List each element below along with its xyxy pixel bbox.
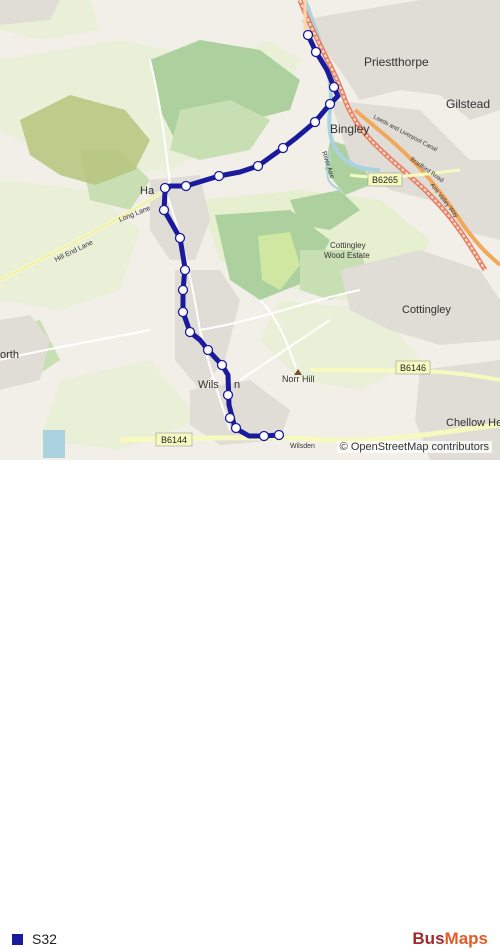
place-label-bingley: Bingley — [330, 122, 369, 136]
place-label-north: orth — [0, 349, 19, 361]
brand-part1: Bus — [412, 929, 445, 948]
busmaps-logo[interactable]: BusMaps — [412, 929, 488, 949]
bus-stop[interactable] — [216, 359, 228, 371]
brand-part2: Maps — [444, 929, 488, 948]
bus-stop[interactable] — [324, 98, 336, 110]
road-shield-b6144: B6144 — [155, 432, 193, 447]
place-label-wilsden: Wils — [198, 379, 219, 391]
svg-text:B6144: B6144 — [161, 435, 187, 445]
bus-stop[interactable] — [184, 326, 196, 338]
bus-stop[interactable] — [180, 180, 192, 192]
svg-text:B6146: B6146 — [400, 363, 426, 373]
bus-stop[interactable] — [202, 344, 214, 356]
bus-stop[interactable] — [252, 160, 264, 172]
bus-stop[interactable] — [328, 81, 340, 93]
svg-text:B6265: B6265 — [372, 175, 398, 185]
place-label-gilstead: Gilstead — [446, 97, 490, 111]
bus-stop[interactable] — [273, 429, 285, 441]
bus-stop[interactable] — [179, 264, 191, 276]
place-label-harden: Ha — [140, 185, 155, 197]
bus-stop[interactable] — [310, 46, 322, 58]
bus-stop[interactable] — [230, 422, 242, 434]
bus-stop[interactable] — [159, 182, 171, 194]
bus-stop[interactable] — [302, 29, 314, 41]
map-footer: S32 BusMaps — [0, 460, 500, 948]
road-shield-b6265: B6265 — [367, 172, 403, 187]
bus-stop[interactable] — [222, 389, 234, 401]
bus-stop[interactable] — [174, 232, 186, 244]
bus-stop[interactable] — [213, 170, 225, 182]
place-label-cottingley: Cottingley — [402, 304, 451, 316]
legend-swatch — [12, 934, 23, 945]
road-label-wilsden: Wilsden — [290, 443, 315, 450]
bus-stop[interactable] — [224, 412, 236, 424]
place-label-chellow: Chellow He — [446, 417, 500, 429]
bus-stop[interactable] — [177, 284, 189, 296]
map-attribution[interactable]: © OpenStreetMap contributors — [336, 441, 492, 453]
bus-stop[interactable] — [277, 142, 289, 154]
bus-stop[interactable] — [158, 204, 170, 216]
place-label-wilsden-tail: n — [234, 379, 240, 391]
place-label-cottingley-wood: Cottingley Wood Estate — [324, 241, 370, 260]
legend-route-label: S32 — [32, 931, 57, 947]
route-map[interactable]: B6265 B6146 B6144 Long Lane Hill End Lan… — [0, 0, 500, 460]
bus-stop[interactable] — [177, 306, 189, 318]
place-label-norr-hill: Norr Hill — [282, 374, 315, 384]
road-shield-b6146: B6146 — [395, 360, 431, 375]
bus-stop[interactable] — [258, 430, 270, 442]
bus-stop[interactable] — [309, 116, 321, 128]
place-label-priestthorpe: Priestthorpe — [364, 55, 429, 69]
